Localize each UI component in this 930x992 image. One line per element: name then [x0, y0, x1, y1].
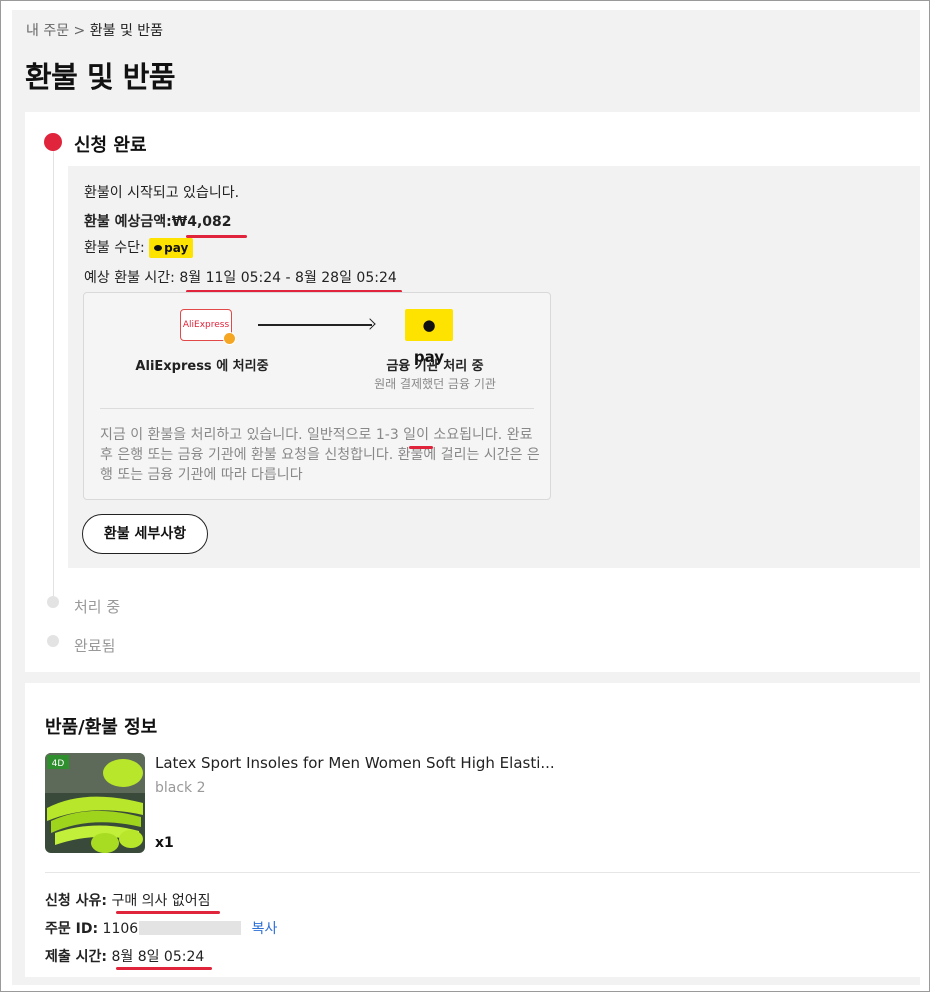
kakaopay-icon: pay — [149, 238, 194, 258]
step-processing-dot — [47, 596, 59, 608]
refund-amount-label: 환불 예상금액: — [84, 214, 172, 230]
kakaopay-label: pay — [164, 241, 189, 255]
reason-row: 신청 사유: 구매 의사 없어짐 — [45, 890, 211, 910]
flow-divider — [100, 408, 534, 409]
breadcrumb: 내 주문 > 환불 및 반품 — [26, 20, 163, 40]
refund-flow-box: AliExpress ● pay AliExpress 에 처리중 금융 기관 … — [83, 292, 551, 500]
refund-method-row: 환불 수단: pay — [84, 237, 194, 258]
breadcrumb-my-orders[interactable]: 내 주문 — [26, 23, 69, 39]
step-processing-label: 처리 중 — [74, 598, 121, 616]
days-underline-mark — [409, 446, 433, 449]
refund-time-label: 예상 환불 시간: — [84, 270, 175, 286]
refund-detail-panel: 환불이 시작되고 있습니다. 환불 예상금액:₩4,082 환불 수단: pay… — [68, 166, 920, 568]
refund-amount-value: ₩4,082 — [171, 214, 232, 230]
return-info-card: 반품/환불 정보 4D Latex Sport Insoles for Men … — [25, 683, 920, 977]
order-id-label: 주문 ID: — [45, 921, 99, 937]
order-id-value: 1106 — [102, 921, 139, 937]
flow-to-sublabel: 원래 결제했던 금융 기관 — [374, 377, 496, 391]
copy-order-id-link[interactable]: 복사 — [252, 921, 278, 937]
section-divider — [45, 872, 920, 873]
arrow-right-icon — [258, 324, 372, 326]
refund-time-row: 예상 환불 시간: 8월 11일 05:24 - 8월 28일 05:24 — [84, 267, 397, 287]
progress-line — [53, 144, 54, 602]
product-name[interactable]: Latex Sport Insoles for Men Women Soft H… — [155, 754, 555, 772]
submitted-value: 8월 8일 05:24 — [111, 949, 205, 965]
step-requested-label: 신청 완료 — [74, 135, 147, 156]
refund-page: 내 주문 > 환불 및 반품 환불 및 반품 신청 완료 환불이 시작되고 있습… — [12, 10, 920, 985]
refund-amount-row: 환불 예상금액:₩4,082 — [84, 211, 232, 231]
submitted-underline-mark — [116, 967, 212, 970]
reason-underline-mark — [116, 911, 220, 914]
flow-from-label: AliExpress 에 처리중 — [135, 359, 269, 374]
flow-description: 지금 이 환불을 처리하고 있습니다. 일반적으로 1-3 일이 소요됩니다. … — [100, 427, 540, 483]
refund-method-label: 환불 수단: — [84, 240, 145, 256]
clock-badge-icon — [223, 332, 236, 345]
product-variant: black 2 — [155, 780, 206, 796]
amount-underline-mark — [186, 235, 247, 238]
flow-to-label: 금융 기관 처리 중 — [386, 359, 484, 374]
reason-label: 신청 사유: — [45, 893, 107, 909]
step-active-dot — [44, 133, 62, 151]
step-completed-dot — [47, 635, 59, 647]
product-quantity: x1 — [155, 835, 174, 851]
breadcrumb-current: 환불 및 반품 — [89, 23, 164, 39]
product-thumbnail[interactable]: 4D — [45, 753, 145, 853]
submitted-time-row: 제출 시간: 8월 8일 05:24 — [45, 946, 204, 966]
refund-status-card: 신청 완료 환불이 시작되고 있습니다. 환불 예상금액:₩4,082 환불 수… — [25, 112, 920, 672]
refund-details-button[interactable]: 환불 세부사항 — [82, 514, 208, 554]
page-title: 환불 및 반품 — [25, 60, 176, 94]
reason-value: 구매 의사 없어짐 — [111, 893, 211, 909]
step-completed-label: 완료됨 — [74, 637, 116, 655]
breadcrumb-separator: > — [73, 23, 86, 39]
order-id-row: 주문 ID: 1106 복사 — [45, 918, 277, 938]
return-info-title: 반품/환불 정보 — [45, 717, 158, 738]
svg-text:4D: 4D — [52, 759, 65, 769]
submitted-label: 제출 시간: — [45, 949, 107, 965]
order-id-redacted — [139, 921, 242, 935]
refund-time-value: 8월 11일 05:24 - 8월 28일 05:24 — [179, 270, 397, 286]
kakaopay-logo-icon: ● pay — [405, 309, 453, 366]
refund-message: 환불이 시작되고 있습니다. — [84, 185, 240, 201]
